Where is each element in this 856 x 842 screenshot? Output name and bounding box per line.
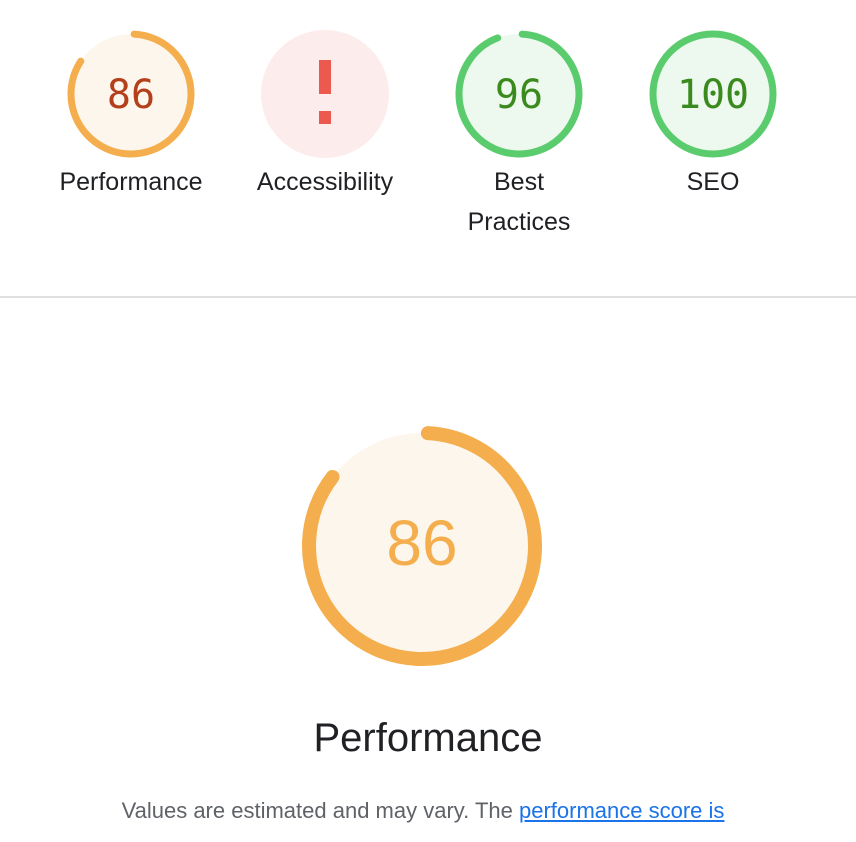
gauge-label: Performance: [59, 168, 203, 196]
main-gauge: 86: [302, 426, 542, 666]
gauge-ring: [261, 30, 389, 158]
gauge-score: 96: [495, 72, 543, 118]
performance-score-link[interactable]: performance score is: [519, 798, 724, 823]
gauge-accessibility[interactable]: Accessibility: [228, 28, 422, 202]
section-title: Performance: [313, 716, 543, 760]
gauge-seo[interactable]: 100 SEO: [616, 28, 810, 202]
gauge-label: Best Practices: [467, 168, 571, 236]
gauge-ring: 100: [649, 30, 777, 158]
exclamation-icon: [319, 60, 331, 124]
gauge-performance[interactable]: 86 Performance: [34, 28, 228, 202]
gauge-score: 86: [107, 72, 155, 118]
gauge-label: SEO: [686, 168, 740, 196]
gauge-ring: 86: [67, 30, 195, 158]
main-score: 86: [386, 507, 457, 579]
divider: [0, 296, 856, 298]
gauge-score: 100: [677, 72, 749, 118]
note-text: Values are estimated and may vary. The: [121, 798, 519, 823]
gauge-label: Accessibility: [256, 168, 394, 196]
gauge-best-practices[interactable]: 96 Best Practices: [422, 28, 616, 242]
gauge-ring: 96: [455, 30, 583, 158]
score-note: Values are estimated and may vary. The p…: [0, 798, 846, 824]
